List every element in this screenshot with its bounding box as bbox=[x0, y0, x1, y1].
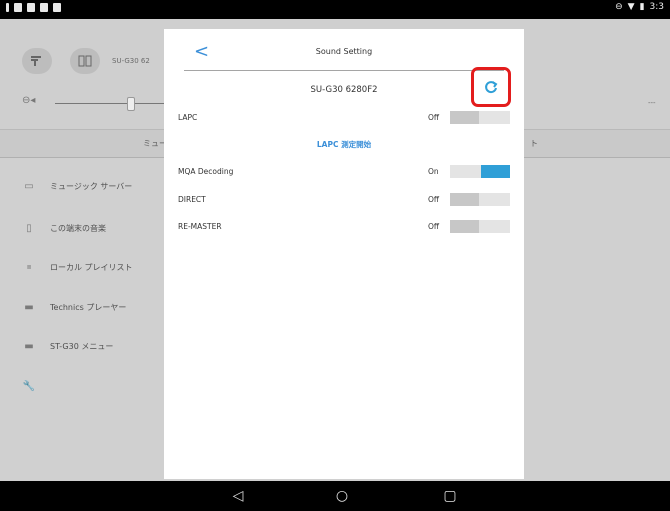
tab-list[interactable]: ト bbox=[530, 138, 538, 149]
nav-recents-icon[interactable]: ▢ bbox=[430, 481, 470, 511]
input-select-button[interactable] bbox=[22, 48, 52, 74]
direct-toggle[interactable] bbox=[450, 193, 510, 206]
direct-label: DIRECT bbox=[178, 195, 206, 204]
status-bar: ⊖ ▼ ▮ 3:3 bbox=[0, 0, 670, 19]
status-right: ⊖ ▼ ▮ 3:3 bbox=[615, 2, 664, 12]
server-icon: ▭ bbox=[24, 181, 34, 192]
mqa-label: MQA Decoding bbox=[178, 167, 234, 176]
sd-card-icon bbox=[27, 3, 35, 12]
mute-icon[interactable]: ⊖◂ bbox=[22, 95, 35, 106]
nav-back-icon[interactable]: ◁ bbox=[218, 481, 258, 511]
lapc-measure-link[interactable]: LAPC 測定開始 bbox=[164, 139, 524, 150]
alert-icon bbox=[6, 3, 9, 12]
tablet-icon: ▯ bbox=[26, 223, 32, 234]
menu-item-device-menu[interactable]: ▬ ST-G30 メニュー bbox=[22, 341, 113, 352]
menu-item-settings[interactable]: 🔧 bbox=[22, 381, 36, 392]
menu-item-technics-player[interactable]: ▬ Technics プレーヤー bbox=[22, 302, 126, 313]
remaster-toggle[interactable] bbox=[450, 220, 510, 233]
remaster-state: Off bbox=[428, 222, 440, 231]
bluetooth-icon: ⊖ bbox=[615, 2, 623, 12]
menu-item-local-playlist[interactable]: ≣ ローカル プレイリスト bbox=[22, 262, 133, 273]
lapc-toggle[interactable] bbox=[450, 111, 510, 124]
toggle-thumb bbox=[450, 193, 479, 206]
image-icon bbox=[14, 3, 22, 12]
sound-setting-dialog: < Sound Setting SU-G30 6280F2 LAPC Off L… bbox=[164, 29, 524, 479]
menu-item-device-music[interactable]: ▯ この端末の音楽 bbox=[22, 223, 106, 234]
cast-icon bbox=[40, 3, 48, 12]
menu-label: この端末の音楽 bbox=[50, 224, 106, 233]
menu-label: ローカル プレイリスト bbox=[50, 263, 133, 272]
clock: 3:3 bbox=[649, 2, 664, 12]
player-icon: ▬ bbox=[24, 302, 34, 313]
battery-icon: ▮ bbox=[639, 2, 645, 12]
wifi-icon: ▼ bbox=[627, 2, 635, 12]
mqa-state: On bbox=[428, 167, 439, 176]
wrench-icon: 🔧 bbox=[22, 381, 36, 392]
refresh-icon[interactable] bbox=[484, 80, 498, 94]
notification-icons bbox=[6, 3, 61, 12]
volume-right-text: --- bbox=[648, 99, 656, 107]
device-label: SU-G30 62 bbox=[112, 57, 150, 65]
menu-item-music-server[interactable]: ▭ ミュージック サーバー bbox=[22, 181, 132, 192]
device-icon bbox=[78, 55, 92, 67]
toggle-thumb bbox=[481, 165, 510, 178]
local-playlist-icon: ≣ bbox=[26, 264, 32, 271]
device-menu-icon: ▬ bbox=[24, 341, 34, 352]
dialog-title: Sound Setting bbox=[315, 47, 373, 56]
nav-home-icon[interactable]: ○ bbox=[322, 481, 362, 511]
lapc-label: LAPC bbox=[178, 113, 198, 122]
refresh-highlight bbox=[471, 67, 511, 107]
device-name: SU-G30 6280F2 bbox=[310, 85, 378, 95]
menu-label: Technics プレーヤー bbox=[50, 303, 127, 312]
navigation-bar: ◁ ○ ▢ bbox=[0, 481, 670, 511]
remaster-label: RE-MASTER bbox=[178, 222, 222, 231]
menu-label: ST-G30 メニュー bbox=[50, 342, 114, 351]
direct-state: Off bbox=[428, 195, 440, 204]
title-divider bbox=[184, 70, 504, 71]
device-select-button[interactable] bbox=[70, 48, 100, 74]
toggle-thumb bbox=[450, 111, 479, 124]
volume-slider[interactable] bbox=[55, 103, 165, 104]
input-icon bbox=[31, 56, 41, 66]
cast-icon-2 bbox=[53, 3, 61, 12]
volume-slider-knob[interactable] bbox=[127, 97, 135, 111]
toggle-thumb bbox=[450, 220, 479, 233]
menu-label: ミュージック サーバー bbox=[50, 182, 133, 191]
lapc-state: Off bbox=[428, 113, 440, 122]
mqa-toggle[interactable] bbox=[450, 165, 510, 178]
